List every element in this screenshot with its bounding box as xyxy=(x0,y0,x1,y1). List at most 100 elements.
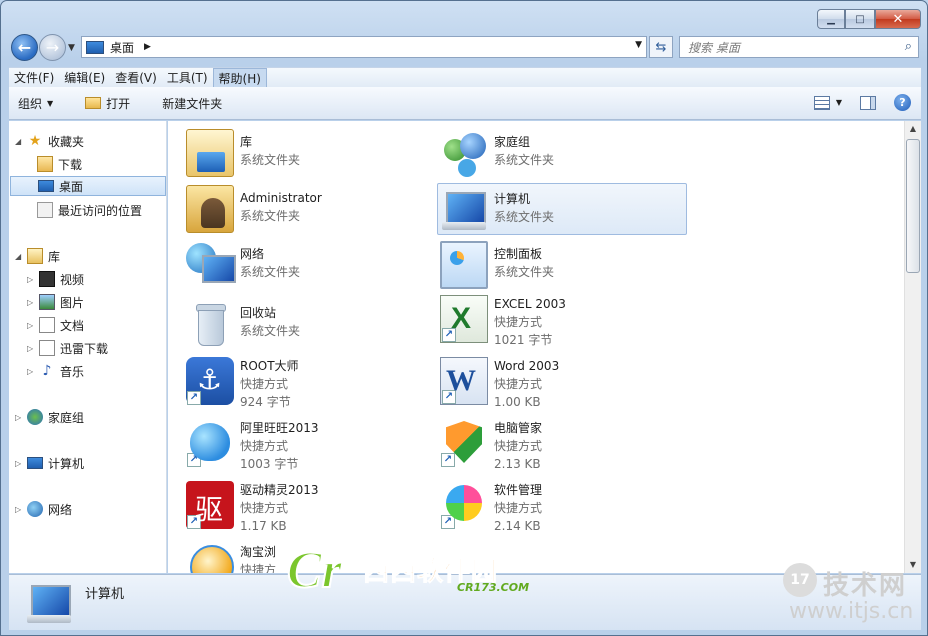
downloads-folder-icon xyxy=(37,156,53,172)
organize-button[interactable]: 组织 ▼ xyxy=(9,91,62,115)
command-bar: 组织 ▼ 打开 新建文件夹 ▼ ? xyxy=(9,87,921,120)
new-folder-button[interactable]: 新建文件夹 xyxy=(153,91,231,115)
item-driver-genius[interactable]: ↗ 驱动精灵2013 快捷方式 1.17 KB xyxy=(184,479,434,539)
search-icon[interactable]: ⌕ xyxy=(905,39,912,54)
item-word-2003[interactable]: ↗ Word 2003 快捷方式 1.00 KB xyxy=(438,355,688,415)
item-name: EXCEL 2003 xyxy=(494,297,566,311)
help-icon[interactable]: ? xyxy=(894,94,911,111)
expand-icon[interactable]: ▷ xyxy=(27,344,37,353)
view-icon xyxy=(813,95,830,110)
item-recycle-bin[interactable]: 回收站 系统文件夹 xyxy=(184,298,434,350)
homegroup-icon xyxy=(440,129,488,177)
maximize-button[interactable]: □ xyxy=(845,9,875,29)
network-icon xyxy=(27,501,43,517)
item-control-panel[interactable]: 控制面板 系统文件夹 xyxy=(438,239,688,291)
expand-icon[interactable]: ▷ xyxy=(27,367,37,376)
nav-libraries[interactable]: ◢ 库 xyxy=(15,246,60,266)
new-folder-label: 新建文件夹 xyxy=(162,96,223,111)
search-input[interactable]: 搜索 桌面 ⌕ xyxy=(679,36,919,58)
close-button[interactable]: ✕ xyxy=(875,9,921,29)
item-administrator[interactable]: Administrator 系统文件夹 xyxy=(184,183,434,235)
address-dropdown-icon[interactable]: ▼ xyxy=(635,40,642,50)
item-type: 系统文件夹 xyxy=(240,209,301,223)
scroll-down-icon[interactable]: ▼ xyxy=(905,557,921,573)
expand-icon[interactable]: ▷ xyxy=(15,505,25,514)
expand-icon[interactable]: ▷ xyxy=(27,298,37,307)
item-name: 电脑管家 xyxy=(494,421,543,435)
nav-computer-label: 计算机 xyxy=(48,456,85,471)
nav-pictures[interactable]: ▷ 图片 xyxy=(27,292,84,312)
menu-edit[interactable]: 编辑(E) xyxy=(59,68,110,88)
nav-recent-label: 最近访问的位置 xyxy=(58,203,143,218)
item-software-manager[interactable]: ↗ 软件管理 快捷方式 2.14 KB xyxy=(438,479,688,539)
nav-computer[interactable]: ▷ 计算机 xyxy=(15,453,84,473)
expand-icon[interactable]: ▷ xyxy=(27,275,37,284)
collapse-icon[interactable]: ◢ xyxy=(15,137,25,146)
nav-documents[interactable]: ▷ 文档 xyxy=(27,315,84,335)
nav-homegroup-label: 家庭组 xyxy=(48,410,85,425)
breadcrumb-arrow-icon[interactable]: ▶ xyxy=(144,42,151,52)
expand-icon[interactable]: ▷ xyxy=(27,321,37,330)
minimize-button[interactable]: ▁ xyxy=(817,9,845,29)
item-excel-2003[interactable]: ↗ EXCEL 2003 快捷方式 1021 字节 xyxy=(438,293,688,353)
navigation-pane: ◢ ★ 收藏夹 下载 桌面 最近访问的位置 ◢ 库 ▷ 视频 ▷ 图片 ▷ 文档… xyxy=(9,121,167,573)
open-folder-icon xyxy=(85,97,102,109)
item-aliwangwang[interactable]: ↗ 阿里旺旺2013 快捷方式 1003 字节 xyxy=(184,417,434,477)
item-type: 快捷方式 xyxy=(240,501,289,515)
item-size: 1.00 KB xyxy=(494,395,541,409)
item-root-master[interactable]: ↗ ROOT大师快捷方式 924 字节 xyxy=(184,355,434,415)
item-size: 924 字节 xyxy=(240,395,291,409)
menu-view[interactable]: 查看(V) xyxy=(110,68,162,88)
nav-thunder-label: 迅雷下载 xyxy=(60,341,109,356)
item-type: 快捷方式 xyxy=(494,315,543,329)
address-bar[interactable]: 桌面 ▶ ▼ xyxy=(81,36,647,58)
back-button[interactable]: ← xyxy=(11,34,38,61)
item-homegroup[interactable]: 家庭组 系统文件夹 xyxy=(438,127,688,179)
open-button[interactable]: 打开 xyxy=(76,91,139,115)
refresh-button[interactable]: ⇆ xyxy=(649,36,673,58)
collapse-icon[interactable]: ◢ xyxy=(15,252,25,261)
nav-network[interactable]: ▷ 网络 xyxy=(15,499,72,519)
library-icon xyxy=(27,248,43,264)
view-options-button[interactable]: ▼ xyxy=(813,95,842,110)
forward-button[interactable]: → xyxy=(39,34,66,61)
menu-help[interactable]: 帮助(H) xyxy=(212,67,267,88)
scroll-thumb[interactable] xyxy=(906,139,920,273)
item-name: 库 xyxy=(240,135,253,149)
document-library-icon xyxy=(39,317,55,333)
item-pc-manager[interactable]: ↗ 电脑管家 快捷方式 2.13 KB xyxy=(438,417,688,477)
nav-music-label: 音乐 xyxy=(60,364,85,379)
computer-icon xyxy=(27,457,43,469)
item-computer[interactable]: 计算机 系统文件夹 xyxy=(437,183,687,235)
menu-file[interactable]: 文件(F) xyxy=(9,68,59,88)
menu-tools[interactable]: 工具(T) xyxy=(162,68,213,88)
nav-downloads[interactable]: 下载 xyxy=(37,154,82,174)
open-label: 打开 xyxy=(106,96,131,111)
scroll-up-icon[interactable]: ▲ xyxy=(905,121,921,137)
nav-thunder[interactable]: ▷ 迅雷下载 xyxy=(27,338,108,358)
item-name: Word 2003 xyxy=(494,359,560,373)
nav-favorites[interactable]: ◢ ★ 收藏夹 xyxy=(15,131,84,151)
item-taobao-browser[interactable]: 淘宝浏 快捷方 xyxy=(184,541,434,573)
nav-desktop-label: 桌面 xyxy=(59,179,84,194)
address-location[interactable]: 桌面 xyxy=(110,39,134,56)
nav-music[interactable]: ▷ ♪ 音乐 xyxy=(27,361,84,381)
item-network[interactable]: 网络 系统文件夹 xyxy=(184,239,434,291)
software-manager-icon: ↗ xyxy=(440,481,488,529)
shortcut-arrow-icon: ↗ xyxy=(442,328,456,342)
history-dropdown-icon[interactable]: ▼ xyxy=(68,43,75,53)
nav-desktop[interactable]: 桌面 xyxy=(10,176,166,196)
user-folder-icon xyxy=(186,185,234,233)
preview-pane-icon[interactable] xyxy=(860,95,876,110)
network-icon xyxy=(186,241,236,289)
desktop-icon xyxy=(86,40,104,54)
expand-icon[interactable]: ▷ xyxy=(15,413,25,422)
picture-library-icon xyxy=(39,294,55,310)
vertical-scrollbar[interactable]: ▲ ▼ xyxy=(904,121,921,573)
nav-homegroup[interactable]: ▷ 家庭组 xyxy=(15,407,84,427)
video-library-icon xyxy=(39,271,55,287)
expand-icon[interactable]: ▷ xyxy=(15,459,25,468)
nav-videos[interactable]: ▷ 视频 xyxy=(27,269,84,289)
item-library[interactable]: 库系统文件夹 xyxy=(184,127,434,179)
nav-recent[interactable]: 最近访问的位置 xyxy=(37,200,142,220)
